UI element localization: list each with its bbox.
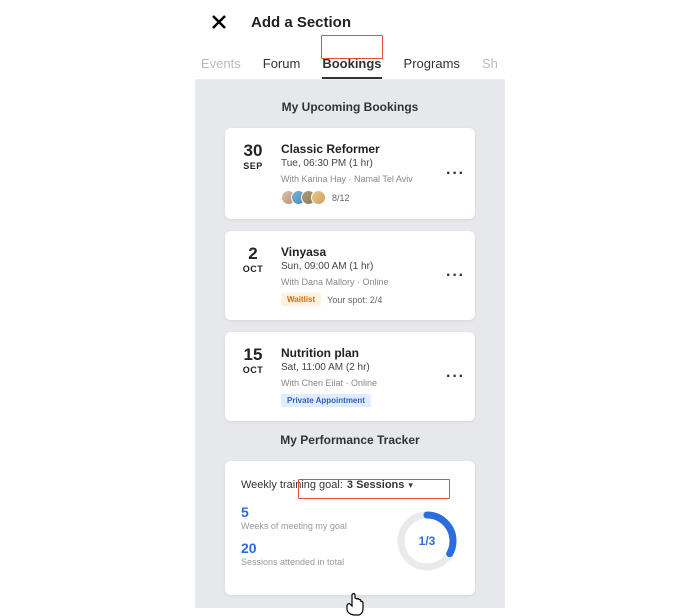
attendee-avatars xyxy=(281,190,326,205)
booking-info: Nutrition plan Sat, 11:00 AM (2 hr) With… xyxy=(281,346,463,407)
booking-meta: With Chen Eilat · Online xyxy=(281,378,463,388)
tab-events[interactable]: Events xyxy=(201,56,241,79)
goal-value: 3 Sessions xyxy=(347,479,404,491)
booking-date: 15 OCT xyxy=(237,346,269,407)
booking-time: Tue, 06:30 PM (1 hr) xyxy=(281,158,463,169)
tab-programs[interactable]: Programs xyxy=(404,56,460,79)
tab-bookings[interactable]: Bookings xyxy=(322,56,381,79)
sessions-count: 20 xyxy=(241,541,385,555)
attendee-count: 8/12 xyxy=(332,193,350,203)
more-icon[interactable]: ··· xyxy=(446,165,465,183)
booking-title: Classic Reformer xyxy=(281,142,463,156)
booking-meta: With Dana Mallory · Online xyxy=(281,277,463,287)
booking-day: 15 xyxy=(237,346,269,363)
booking-month: SEP xyxy=(237,161,269,171)
performance-card[interactable]: Weekly training goal: 3 Sessions ▾ 5 Wee… xyxy=(225,461,475,595)
progress-label: 1/3 xyxy=(395,509,459,573)
close-icon[interactable] xyxy=(207,10,231,34)
more-icon[interactable]: ··· xyxy=(446,267,465,285)
goal-prefix: Weekly training goal: xyxy=(241,479,343,491)
booking-day: 30 xyxy=(237,142,269,159)
booking-title: Nutrition plan xyxy=(281,346,463,360)
weeks-count: 5 xyxy=(241,505,385,519)
upcoming-bookings-title: My Upcoming Bookings xyxy=(225,100,475,114)
add-section-modal: Add a Section Events Forum Bookings Prog… xyxy=(195,0,505,608)
weeks-label: Weeks of meeting my goal xyxy=(241,521,385,531)
performance-tracker-title: My Performance Tracker xyxy=(225,433,475,447)
booking-time: Sat, 11:00 AM (2 hr) xyxy=(281,362,463,373)
booking-info: Classic Reformer Tue, 06:30 PM (1 hr) Wi… xyxy=(281,142,463,205)
waitlist-chip: Waitlist xyxy=(281,293,321,306)
booking-month: OCT xyxy=(237,365,269,375)
more-icon[interactable]: ··· xyxy=(446,368,465,386)
booking-card[interactable]: 30 SEP Classic Reformer Tue, 06:30 PM (1… xyxy=(225,128,475,219)
booking-card[interactable]: 2 OCT Vinyasa Sun, 09:00 AM (1 hr) With … xyxy=(225,231,475,320)
chevron-down-icon: ▾ xyxy=(408,480,413,491)
booking-time: Sun, 09:00 AM (1 hr) xyxy=(281,261,463,272)
tab-forum[interactable]: Forum xyxy=(263,56,301,79)
modal-header: Add a Section xyxy=(195,0,505,50)
sessions-label: Sessions attended in total xyxy=(241,557,385,567)
perf-stats: 5 Weeks of meeting my goal 20 Sessions a… xyxy=(241,505,385,577)
booking-day: 2 xyxy=(237,245,269,262)
tabs: Events Forum Bookings Programs Sh xyxy=(195,50,505,80)
weekly-goal-selector[interactable]: Weekly training goal: 3 Sessions ▾ xyxy=(241,479,459,491)
booking-date: 30 SEP xyxy=(237,142,269,205)
booking-card[interactable]: 15 OCT Nutrition plan Sat, 11:00 AM (2 h… xyxy=(225,332,475,421)
booking-meta: With Karina Hay · Namal Tel Aviv xyxy=(281,174,463,184)
booking-month: OCT xyxy=(237,264,269,274)
waitlist-spot: Your spot: 2/4 xyxy=(327,295,382,305)
private-chip: Private Appointment xyxy=(281,394,371,407)
booking-title: Vinyasa xyxy=(281,245,463,259)
content-area: My Upcoming Bookings 30 SEP Classic Refo… xyxy=(195,80,505,608)
avatar xyxy=(311,190,326,205)
booking-info: Vinyasa Sun, 09:00 AM (1 hr) With Dana M… xyxy=(281,245,463,306)
tab-shop[interactable]: Sh xyxy=(482,56,498,79)
progress-ring: 1/3 xyxy=(395,509,459,573)
modal-title: Add a Section xyxy=(251,14,351,31)
booking-date: 2 OCT xyxy=(237,245,269,306)
